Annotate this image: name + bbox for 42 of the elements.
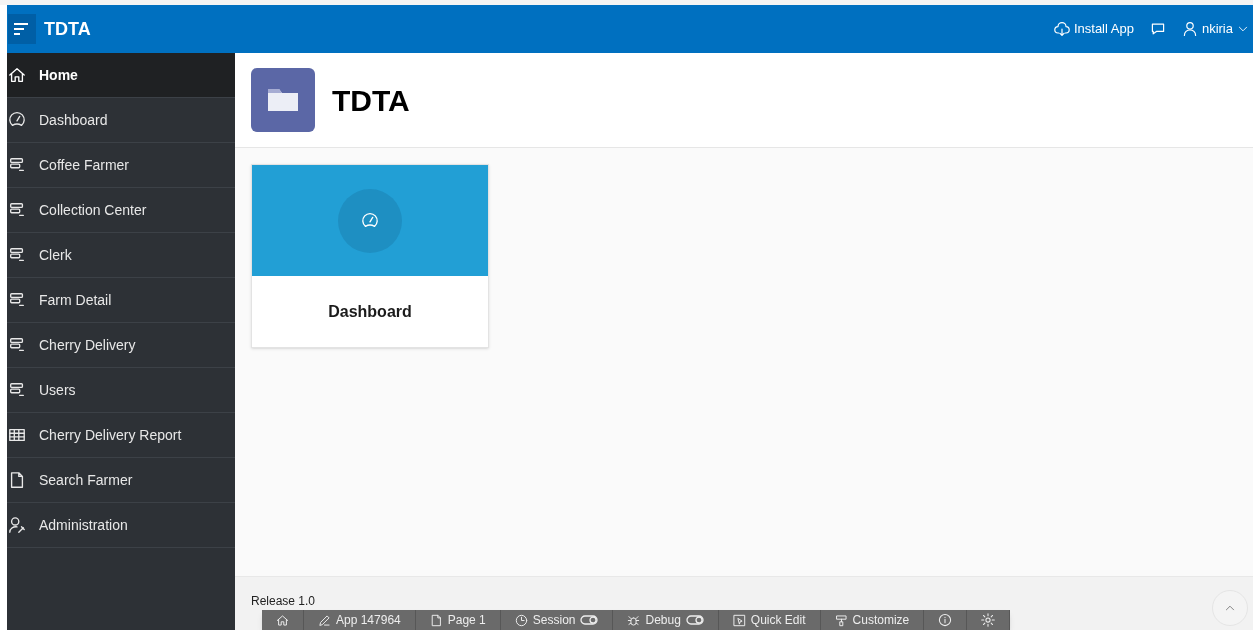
nav-item[interactable]: Home xyxy=(7,53,235,98)
quick-edit-button[interactable]: Quick Edit xyxy=(718,610,821,630)
session-button[interactable]: Session xyxy=(500,610,614,630)
form-icon xyxy=(8,201,26,219)
form-icon xyxy=(8,156,26,174)
info-icon xyxy=(938,613,953,627)
release-label: Release 1.0 xyxy=(251,593,316,610)
cloud-download-icon xyxy=(1053,21,1070,37)
page-icon xyxy=(429,613,443,627)
pencil-icon xyxy=(318,613,331,627)
form-icon xyxy=(8,246,26,264)
page-icon xyxy=(8,471,26,489)
dashboard-card[interactable]: Dashboard xyxy=(251,164,489,348)
gauge-icon xyxy=(361,211,379,230)
user-menu-button[interactable]: nkiria xyxy=(1181,19,1249,39)
chat-icon[interactable] xyxy=(1149,21,1166,37)
settings-icon xyxy=(981,613,996,627)
home-icon xyxy=(276,613,289,627)
cursor-icon xyxy=(732,613,746,627)
bug-icon xyxy=(627,613,641,627)
user-icon xyxy=(1181,21,1198,37)
page-button[interactable]: Page 1 xyxy=(415,610,501,630)
toggle-icon xyxy=(685,615,704,625)
clock-icon xyxy=(514,613,528,627)
install-app-button[interactable]: Install App xyxy=(1053,19,1134,39)
app-button[interactable]: App 147964 xyxy=(304,610,416,630)
page-title: TDTA xyxy=(332,82,410,119)
brush-icon xyxy=(834,613,848,627)
home-icon xyxy=(8,66,26,84)
form-icon xyxy=(8,381,26,399)
menu-icon xyxy=(14,23,30,35)
user-wrench-icon xyxy=(8,516,26,534)
folder-icon xyxy=(251,68,315,132)
form-icon xyxy=(8,291,26,309)
toggle-icon xyxy=(580,615,599,625)
gauge-icon xyxy=(8,111,26,129)
debug-button[interactable]: Debug xyxy=(613,610,719,630)
menu-button[interactable] xyxy=(8,14,36,44)
form-icon xyxy=(8,336,26,354)
customize-button[interactable]: Customize xyxy=(820,610,925,630)
table-icon xyxy=(8,426,26,444)
app-name[interactable]: TDTA xyxy=(44,15,91,43)
